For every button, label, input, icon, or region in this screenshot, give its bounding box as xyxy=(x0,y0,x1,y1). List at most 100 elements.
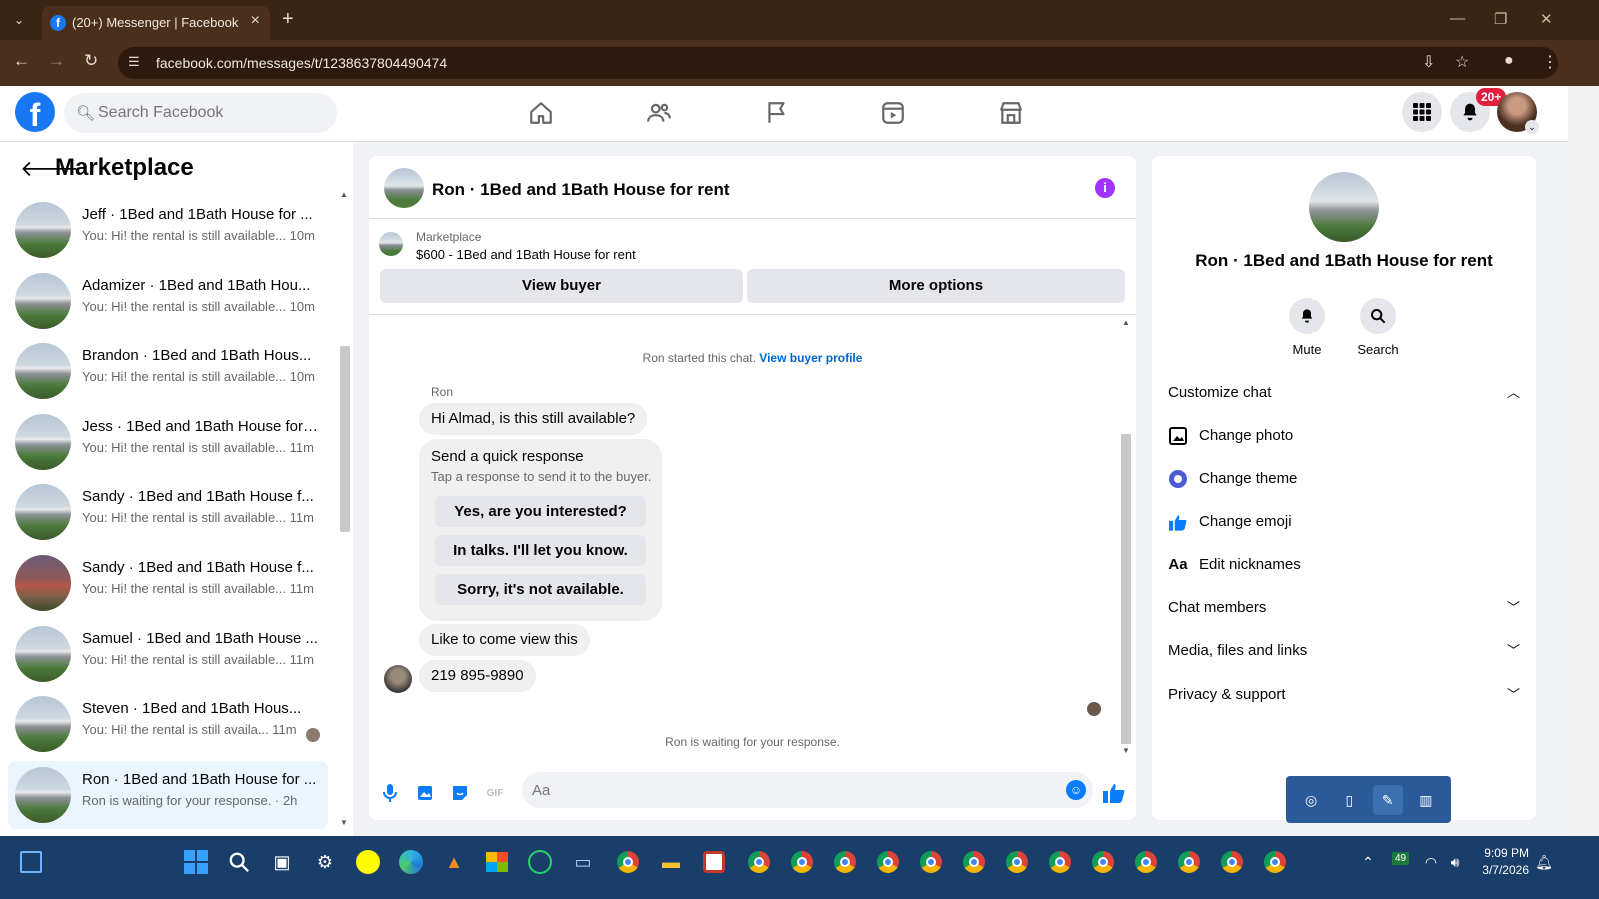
app-icon[interactable] xyxy=(700,848,728,876)
more-options-button[interactable]: More options xyxy=(747,269,1125,303)
menu-grid-icon[interactable] xyxy=(1402,92,1442,132)
chrome-icon[interactable] xyxy=(788,848,816,876)
conversation-avatar[interactable] xyxy=(1309,172,1379,242)
notification-bell-icon[interactable]: 🔔︎ xyxy=(1530,848,1558,876)
bookmark-star-icon[interactable]: ☆ xyxy=(1455,52,1469,72)
scrollbar-thumb[interactable] xyxy=(1121,434,1131,744)
like-thumb-icon[interactable] xyxy=(1103,782,1125,804)
restore-icon[interactable]: ❐ xyxy=(1494,10,1507,28)
view-buyer-button[interactable]: View buyer xyxy=(380,269,743,303)
conversation-item[interactable]: Brandon · 1Bed and 1Bath Hous... You: Hi!… xyxy=(8,337,328,405)
chrome-icon[interactable] xyxy=(1046,848,1074,876)
sender-avatar[interactable] xyxy=(384,665,412,693)
gif-icon[interactable]: GIF xyxy=(484,782,506,804)
conversation-item[interactable]: Steven · 1Bed and 1Bath Hous... You: Hi! … xyxy=(8,690,328,758)
menu-kebab-icon[interactable]: ⋮ xyxy=(1542,52,1558,72)
close-tab-icon[interactable]: × xyxy=(251,12,260,30)
forward-icon[interactable]: → xyxy=(48,51,65,71)
info-icon[interactable]: i xyxy=(1095,178,1115,198)
message-input-box[interactable]: ☺ xyxy=(522,772,1093,808)
search-icon[interactable] xyxy=(225,848,253,876)
marketplace-icon[interactable] xyxy=(981,96,1041,130)
mute-button[interactable]: Mute xyxy=(1272,298,1342,357)
quick-response-yes-button[interactable]: Yes, are you interested? xyxy=(435,496,646,527)
install-icon[interactable]: ⇩ xyxy=(1422,52,1435,72)
chrome-icon[interactable] xyxy=(1132,848,1160,876)
home-icon[interactable] xyxy=(511,96,571,130)
change-emoji-item[interactable]: Change emoji xyxy=(1168,507,1520,537)
widgets-icon[interactable] xyxy=(17,848,45,876)
conversation-item[interactable]: Samuel · 1Bed and 1Bath House ... You: Hi… xyxy=(8,620,328,688)
windows-start-icon[interactable] xyxy=(182,848,210,876)
chrome-icon[interactable] xyxy=(1218,848,1246,876)
quick-response-not-available-button[interactable]: Sorry, it's not available. xyxy=(435,574,646,605)
message-bubble[interactable]: Hi Almad, is this still available? xyxy=(419,403,648,435)
change-theme-item[interactable]: Change theme xyxy=(1168,464,1520,494)
media-files-links-section[interactable]: Media, files and links ﹀ xyxy=(1168,636,1520,666)
monitor-app-icon[interactable]: ▭ xyxy=(569,848,597,876)
facebook-search[interactable]: 🔍︎ xyxy=(64,93,337,133)
eraser-icon[interactable]: ▯ xyxy=(1334,785,1364,815)
change-photo-item[interactable]: Change photo xyxy=(1168,421,1520,451)
chrome-icon[interactable] xyxy=(960,848,988,876)
search-input[interactable] xyxy=(98,93,328,133)
tab-search-icon[interactable]: ⌄ xyxy=(6,8,32,32)
file-explorer-icon[interactable]: ▬ xyxy=(657,848,685,876)
message-bubble[interactable]: Like to come view this xyxy=(419,624,590,656)
chat-title[interactable]: Ron · 1Bed and 1Bath House for rent xyxy=(432,180,730,200)
whatsapp-icon[interactable] xyxy=(526,848,554,876)
page-scrollbar[interactable] xyxy=(1568,86,1599,836)
back-icon[interactable]: ← xyxy=(13,51,30,71)
close-window-icon[interactable]: ✕ xyxy=(1540,10,1553,28)
conversation-item[interactable]: Sandy · 1Bed and 1Bath House f... You: Hi… xyxy=(8,478,328,546)
chrome-icon[interactable] xyxy=(614,848,642,876)
conversation-item[interactable]: Sandy · 1Bed and 1Bath House f... You: Hi… xyxy=(8,549,328,617)
conversation-item[interactable]: Jess · 1Bed and 1Bath House for ... You: … xyxy=(8,408,328,476)
quick-response-in-talks-button[interactable]: In talks. I'll let you know. xyxy=(435,535,646,566)
scrollbar-thumb[interactable] xyxy=(340,346,350,532)
chrome-icon[interactable] xyxy=(874,848,902,876)
thread-scrollbar[interactable]: ▲ ▼ xyxy=(1119,316,1133,761)
snapchat-icon[interactable] xyxy=(354,848,382,876)
emoji-icon[interactable]: ☺ xyxy=(1066,780,1086,800)
message-input[interactable] xyxy=(532,772,1052,808)
conversation-scrollbar[interactable]: ▲ ▼ xyxy=(337,188,353,828)
minimize-icon[interactable]: — xyxy=(1450,10,1465,27)
video-icon[interactable] xyxy=(863,96,923,130)
chrome-icon[interactable] xyxy=(745,848,773,876)
screenshot-icon[interactable]: ◎ xyxy=(1296,785,1326,815)
vlc-icon[interactable]: ▲ xyxy=(440,848,468,876)
privacy-support-section[interactable]: Privacy & support ﹀ xyxy=(1168,680,1520,710)
browser-tab[interactable]: f (20+) Messenger | Facebook × xyxy=(42,6,270,40)
tray-chevron-icon[interactable]: ⌃ xyxy=(1354,848,1382,876)
battery-indicator[interactable]: 49 xyxy=(1392,852,1410,865)
profile-icon[interactable]: ● xyxy=(1504,52,1514,70)
chrome-icon[interactable] xyxy=(1261,848,1289,876)
volume-icon[interactable]: 🔊︎ xyxy=(1441,848,1469,876)
edge-icon[interactable] xyxy=(397,848,425,876)
friends-icon[interactable] xyxy=(629,96,689,130)
photo-icon[interactable] xyxy=(414,782,436,804)
steam-icon[interactable]: ⚙ xyxy=(311,848,339,876)
chart-icon[interactable]: ▥ xyxy=(1411,785,1441,815)
site-info-icon[interactable]: ☰ xyxy=(128,54,140,70)
chat-avatar[interactable] xyxy=(384,168,424,208)
listing-thumbnail[interactable] xyxy=(379,232,403,256)
chrome-icon[interactable] xyxy=(917,848,945,876)
reload-icon[interactable]: ↻ xyxy=(84,51,98,71)
conversation-item[interactable]: Ron · 1Bed and 1Bath House for ... Ron is… xyxy=(8,760,328,829)
chrome-icon[interactable] xyxy=(1089,848,1117,876)
chrome-icon[interactable] xyxy=(831,848,859,876)
url-text[interactable]: facebook.com/messages/t/1238637804490474 xyxy=(156,55,447,71)
search-conversation-button[interactable]: Search xyxy=(1343,298,1413,357)
view-buyer-profile-link[interactable]: View buyer profile xyxy=(759,351,862,365)
customize-chat-section[interactable]: Customize chat ︿ xyxy=(1168,378,1520,408)
conversation-item[interactable]: Adamizer · 1Bed and 1Bath Hou... You: Hi!… xyxy=(8,267,328,335)
facebook-logo-icon[interactable]: f xyxy=(15,92,55,133)
system-clock[interactable]: 9:09 PM 3/7/2026 xyxy=(1475,845,1529,879)
message-bubble[interactable]: 219 895-9890 xyxy=(419,660,536,692)
pages-flag-icon[interactable] xyxy=(747,96,807,130)
task-view-icon[interactable]: ▣ xyxy=(268,848,296,876)
conversation-item[interactable]: Jeff · 1Bed and 1Bath House for ... You: … xyxy=(8,196,328,264)
account-avatar[interactable]: ⌄ xyxy=(1497,92,1539,134)
